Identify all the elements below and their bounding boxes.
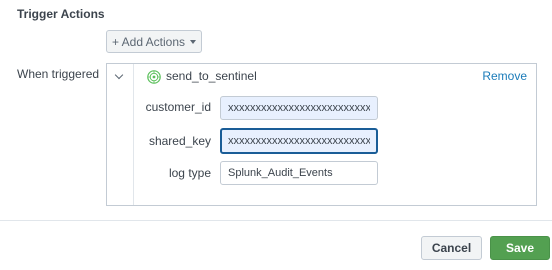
section-title: Trigger Actions [17, 7, 105, 21]
add-actions-button[interactable]: + Add Actions [106, 30, 202, 53]
log-type-input[interactable] [220, 161, 378, 185]
when-triggered-label: When triggered [17, 67, 100, 81]
chevron-down-icon [114, 70, 124, 80]
trigger-actions-form: Trigger Actions + Add Actions When trigg… [0, 0, 552, 270]
add-actions-label: + Add Actions [111, 34, 186, 49]
shared-key-label: shared_key [148, 134, 211, 148]
caret-down-icon [190, 40, 197, 44]
action-name: send_to_sentinel [166, 69, 257, 83]
sentinel-logo-icon [147, 70, 161, 84]
customer-id-label: customer_id [145, 100, 211, 114]
cancel-button[interactable]: Cancel [421, 236, 482, 260]
log-type-label: log type [168, 166, 211, 180]
footer-divider [0, 220, 552, 221]
save-button[interactable]: Save [490, 236, 550, 260]
remove-link[interactable]: Remove [482, 69, 527, 83]
shared-key-input[interactable] [220, 128, 378, 154]
customer-id-input[interactable] [220, 96, 378, 120]
action-panel: send_to_sentinel Remove customer_id shar… [106, 63, 537, 206]
